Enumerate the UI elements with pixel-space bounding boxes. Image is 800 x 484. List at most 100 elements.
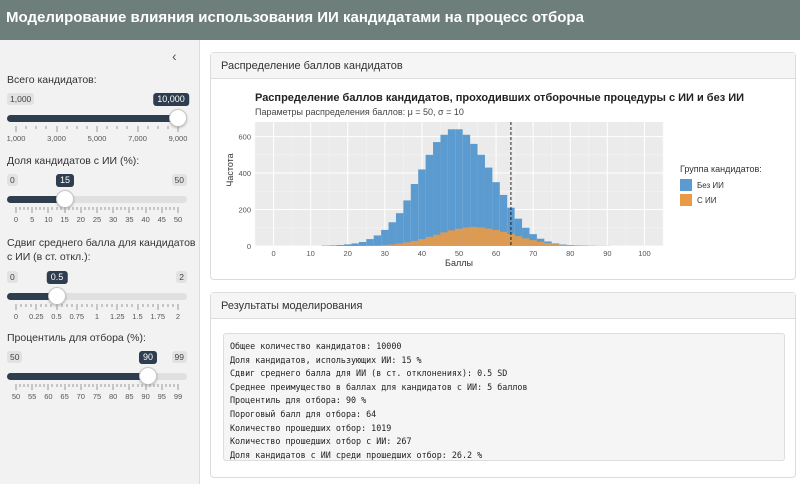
slider-minor-tick <box>60 207 62 210</box>
x-tick-label: 100 <box>638 249 651 258</box>
slider-tick <box>31 384 33 390</box>
slider-minor-tick <box>157 207 159 210</box>
slider-tick-label: 80 <box>109 392 118 401</box>
bar-ai <box>559 244 567 246</box>
results-panel-title: Результаты моделирования <box>211 293 795 319</box>
slider-minor-tick <box>81 304 83 307</box>
slider-tick-label: 0 <box>13 312 19 321</box>
slider-tick-label: 85 <box>125 392 134 401</box>
slider-minor-tick <box>51 384 53 387</box>
slider-tick <box>145 384 147 390</box>
bar-ai <box>440 232 448 246</box>
bar-ai <box>462 227 471 246</box>
ai-share-label: Доля кандидатов с ИИ (%): <box>7 155 140 167</box>
slider-tick <box>15 207 17 213</box>
x-tick-label: 30 <box>381 249 389 258</box>
slider-tick <box>112 207 114 213</box>
slider-minor-tick <box>84 207 86 210</box>
slider-minor-tick <box>50 304 52 307</box>
slider-minor-tick <box>165 384 167 387</box>
slider-tick-label: 35 <box>125 215 134 224</box>
bar-no-ai <box>366 239 374 246</box>
slider-minor-tick <box>162 304 164 307</box>
slider-tick <box>80 384 82 390</box>
bar-no-ai <box>381 229 389 246</box>
slider-tick-label: 0 <box>13 215 19 224</box>
slider-handle[interactable] <box>48 287 66 305</box>
slider-tick-label: 55 <box>28 392 37 401</box>
slider-max-label: 99 <box>171 351 187 363</box>
bar-no-ai <box>418 169 426 246</box>
slider-minor-tick <box>71 304 73 307</box>
slider-minor-tick <box>19 207 21 210</box>
slider-tick <box>15 384 17 390</box>
slider-minor-tick <box>27 207 29 210</box>
slider-minor-tick <box>61 304 63 307</box>
slider-minor-tick <box>23 384 25 387</box>
result-line: Количество прошедших отбор: 1019 <box>230 422 392 433</box>
slider-tick-label: 7,000 <box>128 134 147 143</box>
slider-tick-label: 65 <box>60 392 69 401</box>
slider-tick <box>145 207 147 213</box>
slider-minor-tick <box>137 384 138 387</box>
legend-swatch-no-ai <box>680 179 692 191</box>
result-line: Общее количество кандидатов: 10000 <box>230 341 402 351</box>
bar-ai <box>470 226 478 246</box>
slider-tick <box>177 304 179 310</box>
bar-no-ai <box>425 154 434 246</box>
slider-value-label: 15 <box>55 174 75 187</box>
slider-minor-tick <box>86 304 88 307</box>
slider-minor-tick <box>68 384 70 387</box>
slider-minor-tick <box>25 304 27 307</box>
slider-minor-tick <box>72 384 74 387</box>
slider-min-label: 1,000 <box>7 93 35 105</box>
slider-tick-label: 0.75 <box>69 312 85 321</box>
slider-minor-tick <box>169 384 171 387</box>
slider-minor-tick <box>68 207 70 210</box>
slider-minor-tick <box>116 207 118 210</box>
slider-minor-tick <box>106 126 108 129</box>
result-line: Количество прошедших отбор с ИИ: 267 <box>230 436 412 447</box>
slider-minor-tick <box>147 126 149 129</box>
x-tick-label: 60 <box>492 249 500 258</box>
slider-tick <box>177 384 179 390</box>
slider-minor-tick <box>40 304 42 307</box>
slider-tick-label: 0.5 <box>51 312 62 321</box>
total-candidates-slider[interactable]: 1,00010,00010,0001,0003,0005,0007,0009,0… <box>6 93 189 151</box>
slider-tick <box>128 384 130 390</box>
slider-minor-tick <box>51 207 53 210</box>
selection-percentile-slider[interactable]: 50 99 90 50 55 60 65 70 75 80 85 90 95 99 <box>7 351 187 409</box>
slider-tick <box>137 126 138 132</box>
slider-minor-tick <box>106 304 108 307</box>
result-line: Доля кандидатов с ИИ среди прошедших отб… <box>230 449 483 460</box>
slider-tick <box>15 304 17 310</box>
slider-max-label: 50 <box>171 174 187 186</box>
slider-tick <box>128 207 130 213</box>
slider-tick-label: 1.5 <box>132 312 143 321</box>
slider-minor-tick <box>111 304 113 307</box>
ai-shift-slider[interactable]: 0 2 0.5 0 0.25 0.5 0.75 1 1.25 1.5 1.75 2 <box>7 271 187 329</box>
collapse-sidebar-icon[interactable]: ‹ <box>172 48 177 64</box>
result-line: Процентиль для отбора: 90 % <box>230 395 367 406</box>
bar-ai <box>499 231 508 246</box>
slider-minor-tick <box>157 384 159 387</box>
ai-share-slider[interactable]: 0 50 15 0 5 10 15 20 25 30 35 40 45 50 <box>7 174 187 232</box>
ai-shift-label-line2: с ИИ (в ст. откл.): <box>7 251 91 263</box>
slider-minor-tick <box>45 126 47 129</box>
slider-handle[interactable] <box>169 109 187 127</box>
chart-title: Распределение баллов кандидатов, проходи… <box>255 92 744 104</box>
slider-min-label: 0 <box>7 174 18 186</box>
slider-tick-label: 1,000 <box>6 134 26 143</box>
slider-minor-tick <box>173 384 175 387</box>
slider-tick-label: 10 <box>44 215 53 224</box>
slider-minor-tick <box>153 207 155 210</box>
slider-handle[interactable] <box>56 190 74 208</box>
slider-value-label: 10,000 <box>153 93 189 106</box>
slider-minor-tick <box>60 384 62 387</box>
slider-handle[interactable] <box>139 367 157 385</box>
slider-tick-label: 25 <box>92 215 102 224</box>
slider-minor-tick <box>141 384 143 387</box>
page-title: Моделирование влияния использования ИИ к… <box>6 9 584 26</box>
bar-ai <box>447 230 456 246</box>
slider-max-label: 2 <box>176 271 187 283</box>
